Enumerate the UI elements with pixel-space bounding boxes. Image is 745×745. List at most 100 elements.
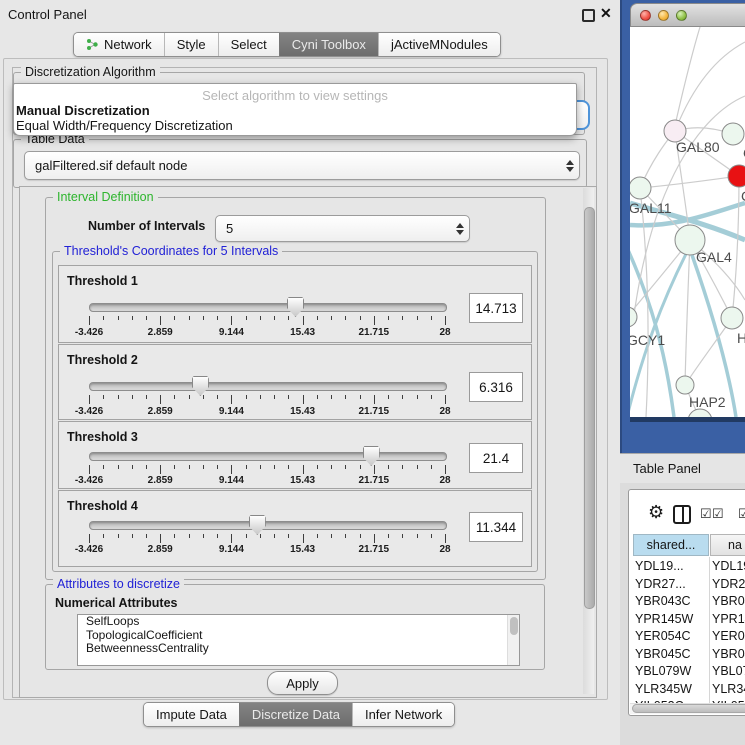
slider-tick <box>431 395 432 399</box>
slider-tick-label: -3.426 <box>75 327 103 338</box>
float-window-icon[interactable] <box>582 9 595 22</box>
slider-tick <box>360 534 361 538</box>
attribute-item-betweennesscentrality[interactable]: BetweennessCentrality <box>78 642 519 656</box>
split-panel-icon[interactable] <box>673 505 691 524</box>
slider-tick <box>174 316 175 320</box>
network-node[interactable] <box>688 409 712 417</box>
column-visibility-icon[interactable]: ☑ <box>700 506 712 522</box>
network-edge <box>692 255 736 417</box>
slider-tick <box>445 534 446 543</box>
threshold-2-slider-handle[interactable] <box>192 376 209 396</box>
number-of-intervals-combo[interactable]: 5 <box>215 215 470 242</box>
numerical-attributes-list[interactable]: SelfLoopsTopologicalCoefficientBetweenne… <box>77 614 520 666</box>
vertical-scrollbar-thumb[interactable] <box>584 207 595 609</box>
slider-tick <box>118 534 119 538</box>
list-scrollbar[interactable] <box>507 615 519 665</box>
slider-tick-label: -3.426 <box>75 406 103 417</box>
network-node-c[interactable] <box>728 165 745 187</box>
threshold-1-panel: Threshold 1-3.4262.8599.14415.4321.71528… <box>58 265 532 343</box>
tab-label: Network <box>104 37 152 52</box>
threshold-1-slider[interactable] <box>89 303 447 312</box>
threshold-3-value-field[interactable]: 21.4 <box>469 443 523 473</box>
tab-cyni-toolbox[interactable]: Cyni Toolbox <box>279 33 378 56</box>
network-node-gcy1[interactable] <box>630 307 637 327</box>
slider-tick <box>303 316 304 325</box>
algorithm-option-manual-discretization[interactable]: Manual Discretization <box>16 103 150 118</box>
threshold-3-slider[interactable] <box>89 452 447 461</box>
slider-tick <box>246 534 247 538</box>
cell-shared-name: YBR043C <box>635 594 691 608</box>
threshold-1-value-field[interactable]: 14.713 <box>469 293 523 323</box>
tab-select[interactable]: Select <box>218 33 279 56</box>
tab-jactivemnodules[interactable]: jActiveMNodules <box>378 33 500 56</box>
slider-tick <box>288 316 289 320</box>
thresholds-group-title: Threshold's Coordinates for 5 Intervals <box>60 244 282 258</box>
settings-gear-icon[interactable]: ⚙ <box>648 502 664 523</box>
apply-button[interactable]: Apply <box>267 671 338 695</box>
attribute-item-selfloops[interactable]: SelfLoops <box>78 615 519 629</box>
algorithm-option-equal-width-frequency-discretization[interactable]: Equal Width/Frequency Discretization <box>16 118 233 133</box>
network-node-h[interactable] <box>721 307 743 329</box>
network-canvas[interactable]: GAL80GACGAL11GAL4GCY1HHAP2 <box>630 27 745 417</box>
threshold-1-slider-handle[interactable] <box>287 297 304 317</box>
slider-tick <box>103 534 104 538</box>
threshold-2-slider[interactable] <box>89 382 447 391</box>
minimize-traffic-light-icon[interactable] <box>658 10 669 21</box>
slider-tick <box>374 534 375 543</box>
column-header-shared-name[interactable]: shared... <box>633 534 709 556</box>
cell-shared-name: YBL079W <box>635 664 691 678</box>
slider-tick <box>174 534 175 538</box>
cell-shared-name: YLR345W <box>635 682 692 696</box>
slider-tick <box>103 395 104 399</box>
network-node-label: GAL4 <box>696 249 732 265</box>
control-panel-tab-bar: Network StyleSelectCyni ToolboxjActiveMNo… <box>73 32 501 57</box>
algorithm-dropdown-popup: Select algorithm to view settings Manual… <box>13 83 577 136</box>
slider-tick-label: 21.715 <box>359 327 390 338</box>
slider-tick-label: 15.43 <box>290 544 315 555</box>
slider-tick <box>203 465 204 469</box>
tab-infer-network[interactable]: Infer Network <box>352 703 454 726</box>
app-screen: Control Panel ✕ NetworkStyleSelectCyni T… <box>0 0 745 745</box>
tab-label: Impute Data <box>156 707 227 722</box>
slider-tick <box>402 316 403 320</box>
slider-tick <box>274 316 275 320</box>
tab-network[interactable]: Network <box>74 33 164 56</box>
horizontal-scrollbar-thumb[interactable] <box>632 704 745 713</box>
column-header-name[interactable]: na <box>710 534 745 556</box>
slider-tick <box>189 465 190 469</box>
tab-impute-data[interactable]: Impute Data <box>144 703 239 726</box>
threshold-4-slider[interactable] <box>89 521 447 530</box>
close-icon[interactable]: ✕ <box>600 5 612 22</box>
cell-name: YBR04 <box>712 647 745 661</box>
table-rows[interactable]: YDL19...YDL19YDR27...YDR27YBR043CYBR04YP… <box>630 557 745 703</box>
slider-tick <box>274 534 275 538</box>
close-traffic-light-icon[interactable] <box>640 10 651 21</box>
column-visibility-icon[interactable]: ☑ <box>712 506 724 522</box>
network-node-gal11[interactable] <box>630 177 651 199</box>
slider-tick-label: -3.426 <box>75 475 103 486</box>
threshold-2-value-field[interactable]: 6.316 <box>469 372 523 402</box>
attribute-item-topologicalcoefficient[interactable]: TopologicalCoefficient <box>78 629 519 643</box>
threshold-4-slider-handle[interactable] <box>249 515 266 535</box>
slider-tick <box>174 465 175 469</box>
tab-style[interactable]: Style <box>164 33 218 56</box>
slider-tick <box>203 395 204 399</box>
column-visibility-icon[interactable]: ☑ <box>738 506 745 522</box>
zoom-traffic-light-icon[interactable] <box>676 10 687 21</box>
slider-tick <box>402 395 403 399</box>
network-edge <box>640 176 739 188</box>
network-node-label: HAP2 <box>689 394 726 410</box>
threshold-4-value-field[interactable]: 11.344 <box>469 512 523 542</box>
slider-tick <box>288 534 289 538</box>
threshold-3-slider-handle[interactable] <box>363 446 380 466</box>
tab-label: Infer Network <box>365 707 442 722</box>
network-node-ga[interactable] <box>722 123 744 145</box>
tab-discretize-data[interactable]: Discretize Data <box>239 703 352 726</box>
table-data-combo[interactable]: galFiltered.sif default node <box>24 151 580 180</box>
threshold-1-label: Threshold 1 <box>67 274 138 288</box>
threshold-3-label: Threshold 3 <box>67 430 138 444</box>
cell-shared-name: YBR045C <box>635 647 691 661</box>
slider-tick <box>331 465 332 469</box>
network-node-hap2[interactable] <box>676 376 694 394</box>
list-scrollbar-thumb[interactable] <box>510 617 518 635</box>
